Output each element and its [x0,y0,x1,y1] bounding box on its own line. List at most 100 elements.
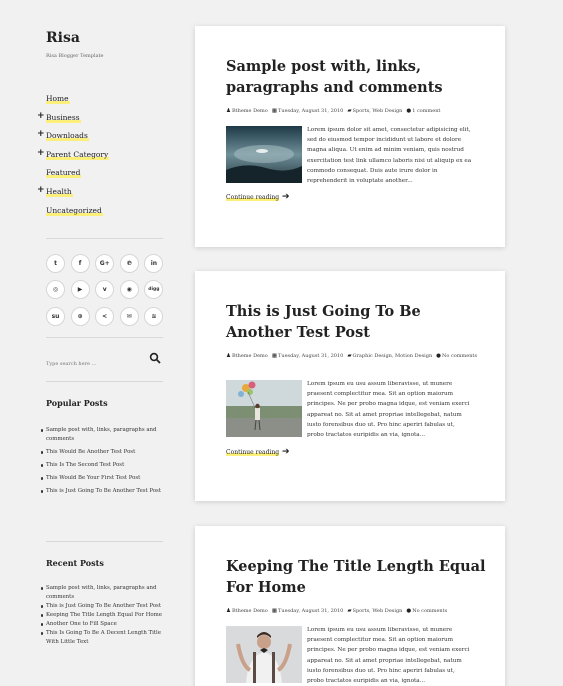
youtube-icon[interactable]: ▶ [70,280,90,300]
author-meta[interactable]: ♟Btheme Demo [226,608,268,614]
post-excerpt: Lorem ipsum eu usu assum liberavisse, ut… [307,627,470,685]
menu-item-health[interactable]: + Health [37,185,164,206]
github-icon[interactable]: ◉ [119,280,139,300]
recent-posts-title: Recent Posts [46,558,104,568]
post-thumbnail[interactable] [226,126,302,183]
search-input[interactable] [46,361,141,367]
comments-meta[interactable]: ●1 comment [406,108,440,114]
google-plus-icon[interactable]: G+ [95,254,115,273]
category-meta[interactable]: ▰Graphic Design, Motion Design [347,353,432,359]
list-item[interactable]: Sample post with, links, paragraphs and … [41,426,164,444]
menu-item-downloads[interactable]: + Downloads [37,129,164,150]
post-meta: ♟Btheme Demo ▦Tuesday, August 31, 2010 ▰… [226,108,440,114]
post-thumbnail[interactable] [226,380,302,437]
main-menu: Home + Business + Downloads + Parent Catego… [37,94,164,225]
list-item[interactable]: Keeping The Title Length Equal For Home [41,611,164,620]
menu-item-business[interactable]: + Business [37,111,164,132]
date-meta: ▦Tuesday, August 31, 2010 [271,608,344,614]
email-icon[interactable]: ✉ [119,306,139,326]
list-item[interactable]: Another One to Fill Space [41,620,164,629]
stumbleupon-icon[interactable]: su [46,306,65,326]
list-item[interactable]: This Is The Second Test Post [41,461,164,470]
divider [46,238,163,239]
comments-meta[interactable]: ●No comments [436,353,477,359]
continue-reading-link[interactable]: Continue reading ➔ [226,447,290,457]
continue-reading-label: Continue reading [226,193,280,201]
user-icon: ♟ [226,608,231,614]
list-item[interactable]: This is Just Going To Be Another Test Po… [41,487,164,496]
site-title[interactable]: Risa [46,30,80,46]
expand-plus-icon[interactable]: + [37,148,45,158]
list-item[interactable]: This Would Be Your First Test Post [41,474,164,483]
menu-item-home[interactable]: Home [46,94,164,113]
pinterest-icon[interactable]: ℗ [119,254,139,273]
menu-item-featured[interactable]: Featured [46,168,164,187]
post-thumbnail[interactable] [226,626,302,683]
post-title[interactable]: This is Just Going To Be Another Test Po… [226,301,486,343]
list-item[interactable]: This Is Going To Be A Decent Length Titl… [41,629,164,647]
menu-item-label: Parent Category [46,149,110,160]
list-item[interactable]: This Would Be Another Test Post [41,448,164,457]
folder-icon: ▰ [347,353,352,359]
author-meta[interactable]: ♟Btheme Demo [226,108,268,114]
calendar-icon: ▦ [271,108,278,114]
category-meta[interactable]: ▰Sports, Web Design [347,608,402,614]
date-meta: ▦Tuesday, August 31, 2010 [271,353,344,359]
arrow-right-icon: ➔ [282,447,290,457]
post-title[interactable]: Keeping The Title Length Equal For Home [226,556,486,598]
menu-item-label: Health [46,186,73,197]
twitter-icon[interactable]: t [46,254,65,273]
post-card: This is Just Going To Be Another Test Po… [195,271,505,501]
divider [46,541,163,542]
continue-reading-label: Continue reading [226,448,280,456]
share-icon[interactable]: < [95,306,115,326]
comment-icon: ● [406,608,412,614]
calendar-icon: ▦ [271,608,278,614]
site-tagline: Risa Blogger Template [46,53,104,59]
user-icon: ♟ [226,353,231,359]
popular-posts-title: Popular Posts [46,398,108,408]
post-excerpt: Lorem ipsum eu usu assum liberavisse, ut… [307,381,470,439]
comment-icon: ● [436,353,441,359]
folder-icon: ▰ [347,108,352,114]
category-meta[interactable]: ▰Sports, Web Design [347,108,402,114]
post-card: Sample post with, links, paragraphs and … [195,26,505,247]
search-icon[interactable] [149,352,161,364]
post-excerpt: Lorem ipsum dolor sit amet, consectetur … [307,127,472,185]
digg-icon[interactable]: digg [144,280,164,300]
instagram-icon[interactable]: ◎ [46,280,65,300]
popular-posts-list: Sample post with, links, paragraphs and … [41,426,164,496]
expand-plus-icon[interactable]: + [37,185,45,195]
recent-posts-list: Sample post with, links, paragraphs and … [41,584,164,647]
post-meta: ♟Btheme Demo ▦Tuesday, August 31, 2010 ▰… [226,353,477,359]
date-meta: ▦Tuesday, August 31, 2010 [271,108,344,114]
post-title[interactable]: Sample post with, links, paragraphs and … [226,56,486,98]
linkedin-icon[interactable]: in [144,254,164,273]
post-meta: ♟Btheme Demo ▦Tuesday, August 31, 2010 ▰… [226,608,447,614]
search-box [46,350,163,367]
expand-plus-icon[interactable]: + [37,129,45,139]
comments-meta[interactable]: ●No comments [406,608,447,614]
menu-item-label: Featured [46,168,82,179]
list-item[interactable]: Sample post with, links, paragraphs and … [41,584,164,602]
vimeo-icon[interactable]: v [95,280,115,300]
arrow-right-icon: ➔ [282,192,290,202]
menu-item-label: Business [46,112,81,123]
continue-reading-link[interactable]: Continue reading ➔ [226,192,290,202]
dribbble-icon[interactable]: ⊛ [70,306,90,326]
calendar-icon: ▦ [271,353,278,359]
expand-plus-icon[interactable]: + [37,111,45,121]
comment-icon: ● [406,108,412,114]
facebook-icon[interactable]: f [70,254,90,273]
menu-item-uncategorized[interactable]: Uncategorized [46,205,164,225]
list-item[interactable]: This is Just Going To Be Another Test Po… [41,602,164,611]
menu-item-label: Home [46,94,70,104]
author-meta[interactable]: ♟Btheme Demo [226,353,268,359]
rss-icon[interactable]: ≋ [144,306,164,326]
social-icons: t f G+ ℗ in ◎ ▶ v ◉ digg su ⊛ < ✉ ≋ [46,254,164,333]
menu-item-label: Uncategorized [46,205,103,216]
post-card: Keeping The Title Length Equal For Home … [195,526,505,686]
divider [46,381,163,382]
menu-item-parent-category[interactable]: + Parent Category [37,148,164,169]
menu-item-label: Downloads [46,131,89,142]
